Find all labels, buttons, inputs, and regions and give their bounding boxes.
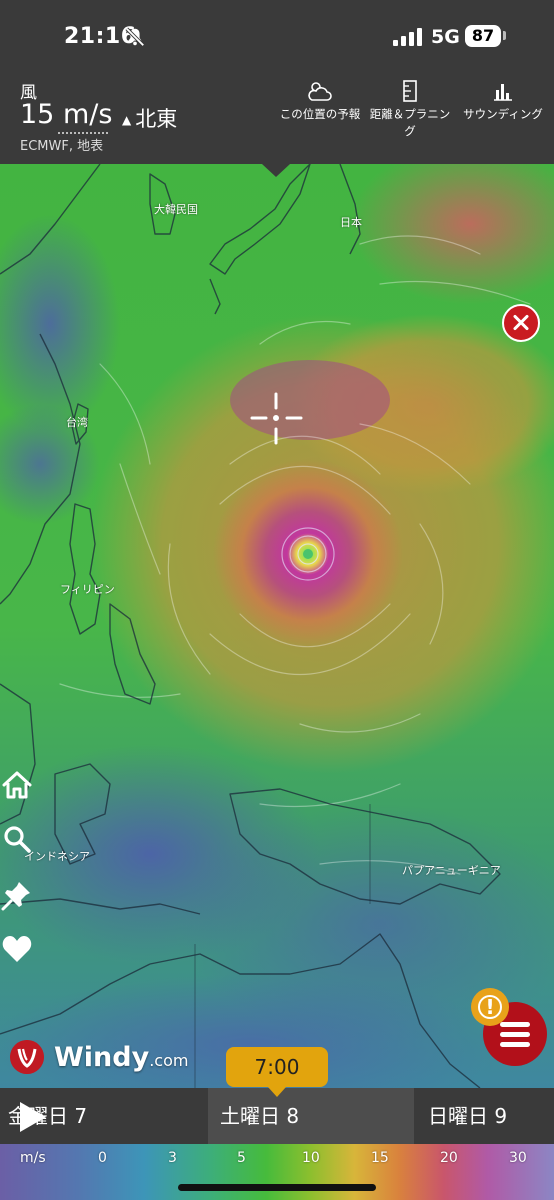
wind-map[interactable]: 大韓民国 日本 台湾 フィリピン インドネシア パプアニューギニア	[0, 164, 554, 1088]
map-label-png: パプアニューギニア	[402, 864, 501, 877]
status-bar: 21:16 5G 87	[0, 0, 554, 72]
legend-tick: 20	[440, 1150, 458, 1166]
timeline-day-sunday[interactable]: 日曜日 9	[414, 1088, 554, 1144]
sounding-button[interactable]: サウンディング	[456, 80, 550, 123]
ruler-icon	[403, 80, 417, 102]
map-label-japan: 日本	[340, 216, 362, 229]
battery-cap	[503, 31, 506, 40]
windy-app: 21:16 5G 87 風 15 m/s ▲ 北東 ECMWF, 地表 この位置…	[0, 0, 554, 1200]
sounding-label: サウンディング	[463, 107, 543, 121]
pin-icon[interactable]	[0, 878, 34, 912]
distance-planning-button[interactable]: 距離＆プラニング	[366, 80, 454, 140]
direction-arrow-icon: ▲	[122, 113, 132, 127]
legend-tick: 5	[237, 1150, 246, 1166]
legend-tick: 15	[371, 1150, 389, 1166]
model-source: ECMWF, 地表	[20, 139, 104, 154]
signal-bars-icon	[393, 28, 422, 46]
legend-tick: 30	[509, 1150, 527, 1166]
legend-unit: m/s	[20, 1150, 46, 1166]
unit-underline	[58, 132, 108, 134]
battery-indicator: 87	[465, 25, 501, 47]
legend-tick: 0	[98, 1150, 107, 1166]
mute-bell-icon	[125, 27, 145, 47]
windy-logo-text: Windy.com	[54, 1042, 188, 1073]
map-label-taiwan: 台湾	[66, 416, 88, 429]
distance-planning-label: 距離＆プラニング	[369, 107, 451, 138]
play-icon[interactable]	[20, 1102, 46, 1132]
alert-badge[interactable]: !	[471, 988, 509, 1026]
wind-map-canvas	[0, 164, 554, 1088]
wind-direction-label: 北東	[135, 107, 178, 131]
home-indicator	[178, 1184, 376, 1191]
heart-icon[interactable]	[0, 932, 34, 966]
legend-tick: 10	[302, 1150, 320, 1166]
network-type: 5G	[431, 26, 460, 48]
close-button[interactable]	[502, 304, 540, 342]
legend-tick: 3	[168, 1150, 177, 1166]
windy-logo-icon	[10, 1040, 44, 1074]
timeline-day-saturday[interactable]: 土曜日 8	[208, 1088, 414, 1144]
weather-cloud-icon	[308, 82, 332, 101]
time-bubble[interactable]: 7:00	[226, 1047, 328, 1097]
menu-bar	[500, 1032, 530, 1037]
menu-bar	[500, 1042, 530, 1047]
map-label-philippines: フィリピン	[60, 583, 115, 596]
wind-direction: ▲ 北東	[122, 103, 177, 133]
wind-legend[interactable]: m/s 0 3 5 10 15 20 30	[0, 1144, 554, 1200]
forecast-label: この位置の予報	[279, 107, 361, 121]
sounding-chart-icon	[494, 84, 512, 101]
search-icon[interactable]	[0, 822, 34, 856]
wind-speed-value[interactable]: 15 m/s	[20, 99, 112, 130]
picker-header: 風 15 m/s ▲北東 ECMWF, 地表 この位置の予報 距離＆プラニング	[0, 72, 554, 164]
home-icon[interactable]	[0, 768, 34, 802]
map-label-korea: 大韓民国	[154, 203, 198, 216]
header-pointer	[262, 164, 290, 177]
logo-name: Windy	[54, 1042, 150, 1073]
battery-level: 87	[471, 26, 495, 45]
logo-suffix: .com	[149, 1051, 189, 1070]
forecast-button[interactable]: この位置の予報	[276, 80, 364, 123]
menu-bar	[500, 1022, 530, 1027]
